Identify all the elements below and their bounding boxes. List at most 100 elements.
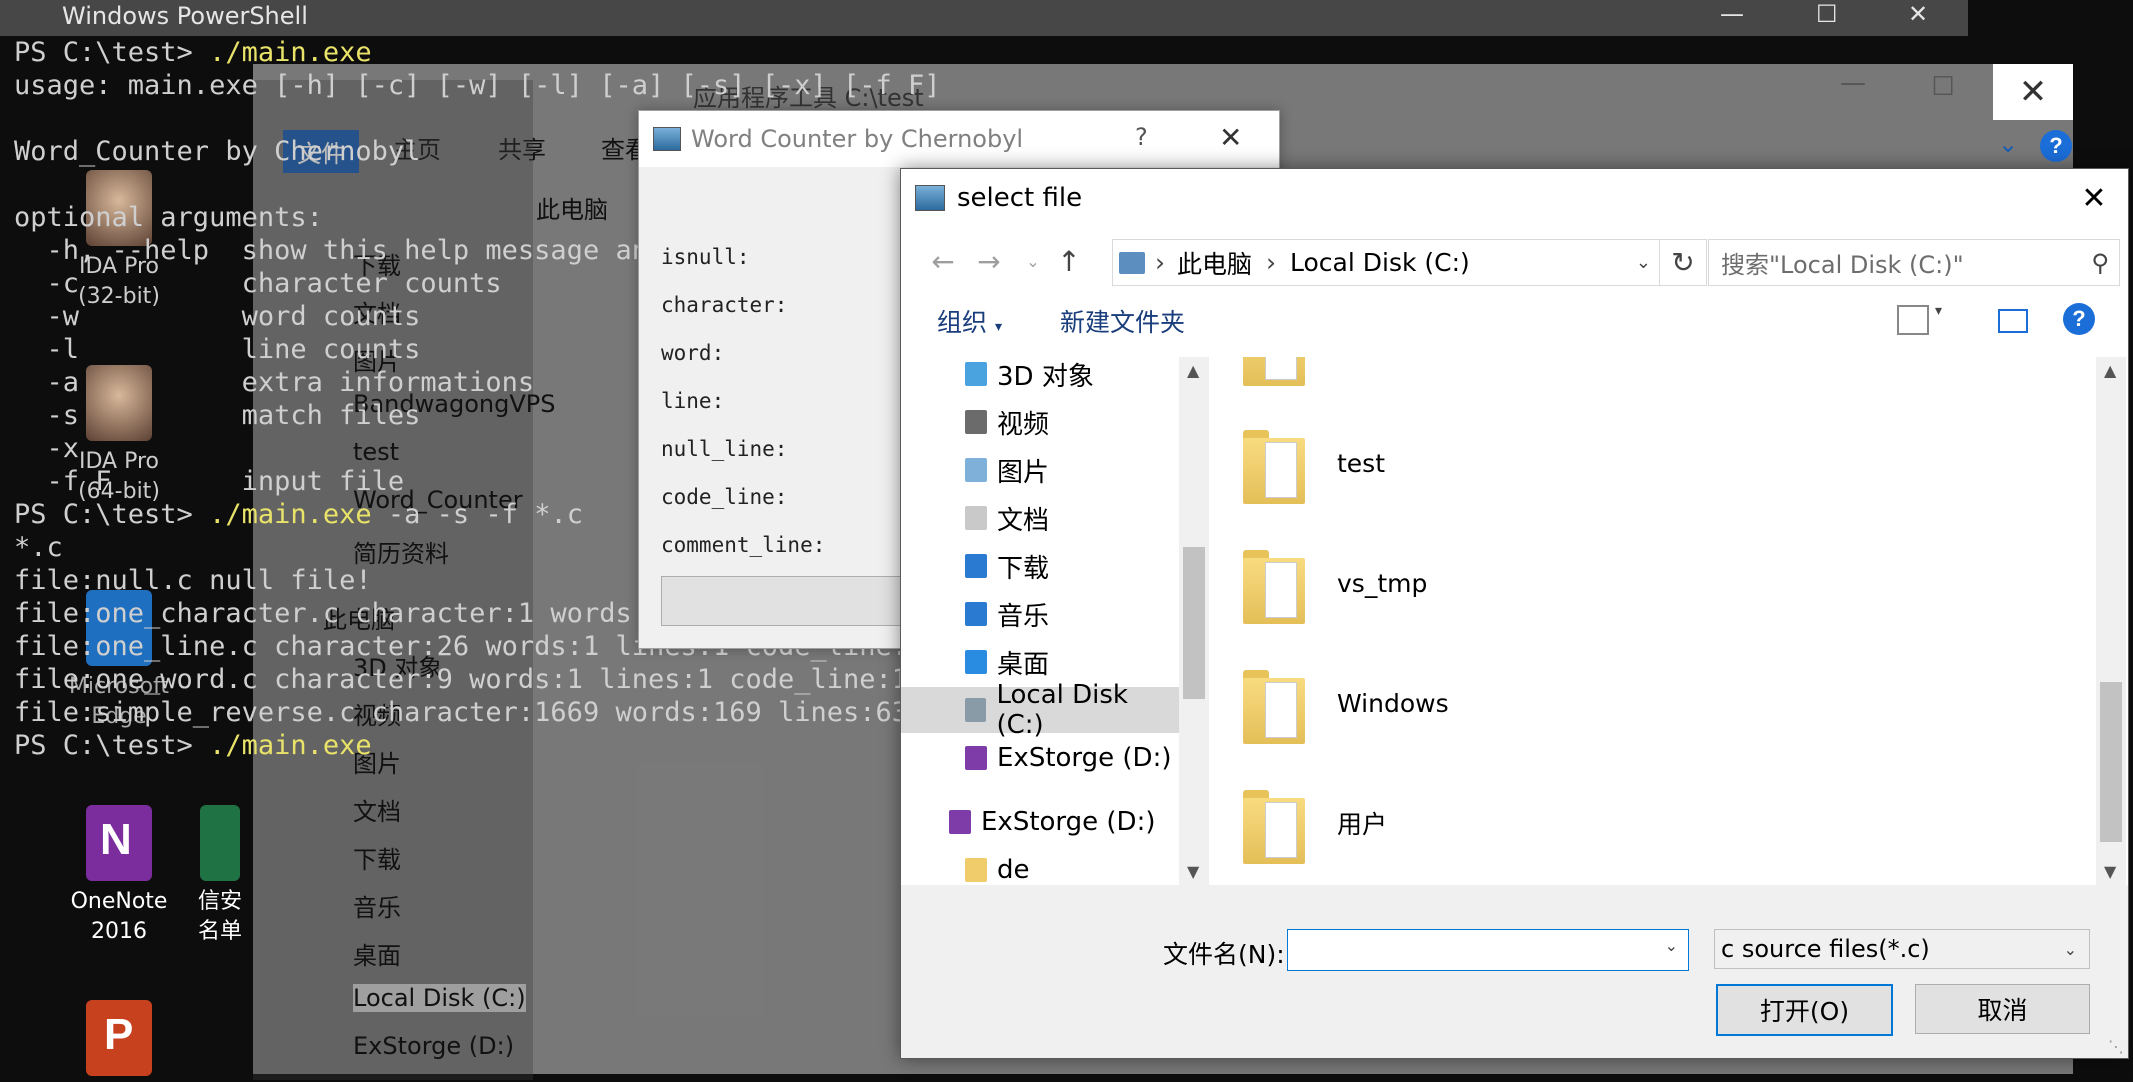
folder-name: 用户 [1337, 810, 1388, 839]
tree-item-3d-objects[interactable]: 3D 对象 [901, 357, 1179, 397]
folder-icon [1243, 357, 1305, 386]
tree-item-music[interactable]: 音乐 [901, 591, 1179, 637]
scroll-up-icon[interactable]: ▲ [2104, 361, 2116, 380]
console-line: file:one_character.c character:1 words: [14, 598, 648, 629]
address-bar[interactable]: › 此电脑 › Local Disk (C:) ⌄ [1112, 239, 1660, 286]
tree-item-exstorge-d-root[interactable]: ExStorge (D:) [901, 799, 1179, 845]
word-counter-title: Word Counter by Chernobyl [691, 125, 1024, 153]
tree-scrollbar[interactable]: ▲ ▼ [1179, 357, 1209, 885]
download-icon [965, 554, 987, 578]
desktop-folder-icon [965, 650, 987, 674]
console-line: -c character counts [14, 268, 502, 299]
close-icon[interactable]: ✕ [1219, 121, 1242, 154]
tree-item-desktop[interactable]: 桌面 [901, 639, 1179, 685]
label-null-line: null_line: [661, 437, 788, 461]
folder-icon [1243, 662, 1305, 744]
label-line: line: [661, 389, 725, 413]
scroll-thumb[interactable] [2100, 682, 2122, 842]
tree-item-documents[interactable]: 文档 [901, 495, 1179, 541]
folder-name: test [1337, 448, 1386, 478]
forward-icon[interactable]: → [967, 239, 1011, 284]
navigation-tree: 3D 对象 视频 图片 文档 下载 音乐 桌面 Local Disk (C:) … [901, 357, 1179, 885]
tree-item-downloads[interactable]: 下载 [901, 543, 1179, 589]
powershell-title: Windows PowerShell [62, 2, 308, 30]
label-isnull: isnull: [661, 245, 750, 269]
console-line: -h, --help show this help message and ex… [14, 235, 746, 266]
powershell-maximize-button[interactable]: ☐ [1816, 0, 1838, 28]
filename-input[interactable]: ⌄ [1287, 929, 1689, 971]
content-scrollbar[interactable]: ▲ ▼ [2096, 357, 2126, 885]
documents-icon [965, 506, 987, 530]
address-segment[interactable]: Local Disk (C:) [1290, 248, 1470, 277]
resize-grip-icon[interactable]: ⋱ [2108, 1037, 2124, 1056]
cancel-button[interactable]: 取消 [1915, 984, 2090, 1034]
dialog-help-icon[interactable]: ? [2063, 303, 2095, 335]
new-folder-button[interactable]: 新建文件夹 [1060, 303, 1185, 339]
file-list: test vs_tmp Windows 用户 [1217, 357, 2097, 885]
folder-item[interactable]: Windows [1217, 653, 1817, 753]
tree-item-de[interactable]: de [901, 847, 1179, 885]
organize-button[interactable]: 组织 ▾ [937, 303, 1002, 339]
console-line: PS C:\test> ./main.exe -a -s -f *.c [14, 499, 583, 530]
console-line: Word_Counter by Chernobyl [14, 136, 421, 167]
dialog-title: select file [957, 183, 1083, 213]
file-type-dropdown-icon: ⌄ [2063, 939, 2077, 959]
label-comment-line: comment_line: [661, 533, 826, 557]
preview-pane-icon[interactable] [1998, 309, 2028, 333]
tree-item-local-disk-c[interactable]: Local Disk (C:) [901, 680, 1179, 740]
tree-item-videos[interactable]: 视频 [901, 399, 1179, 445]
scroll-up-icon[interactable]: ▲ [1187, 361, 1199, 380]
back-icon[interactable]: ← [921, 239, 965, 284]
file-type-value: c source files(*.c) [1721, 935, 1930, 963]
address-dropdown-icon[interactable]: ⌄ [1636, 252, 1651, 273]
app-icon [653, 127, 681, 151]
dialog-close-button[interactable]: ✕ [2060, 169, 2128, 227]
folder-icon [1243, 782, 1305, 864]
folder-icon [1243, 542, 1305, 624]
console-line: -l line counts [14, 334, 421, 365]
console-line: file:null.c null file! [14, 565, 372, 596]
folder-item[interactable]: 用户 [1217, 773, 1817, 873]
music-icon [965, 602, 987, 626]
scroll-thumb[interactable] [1183, 547, 1205, 699]
explorer-ribbon-toggle-icon[interactable]: ⌄ [1998, 130, 2018, 158]
powershell-close-button[interactable]: ✕ [1908, 0, 1928, 28]
scroll-down-icon[interactable]: ▼ [1187, 862, 1199, 881]
folder-item[interactable]: vs_tmp [1217, 533, 1817, 633]
explorer-close-button[interactable]: ✕ [1993, 64, 2073, 120]
folder-name: vs_tmp [1337, 568, 1428, 598]
filename-dropdown-icon[interactable]: ⌄ [1665, 936, 1678, 955]
drive-icon [965, 698, 987, 722]
tree-item-exstorge-d[interactable]: ExStorge (D:) [901, 735, 1179, 781]
label-character: character: [661, 293, 788, 317]
search-placeholder: 搜索"Local Disk (C:)" [1721, 251, 1964, 279]
view-options-icon[interactable] [1897, 305, 1929, 335]
scroll-down-icon[interactable]: ▼ [2104, 862, 2116, 881]
tree-item-pictures[interactable]: 图片 [901, 447, 1179, 493]
console-line: usage: main.exe [-h] [-c] [-w] [-l] [-a]… [14, 70, 941, 101]
3d-objects-icon [965, 362, 987, 386]
powershell-titlebar: Windows PowerShell — ☐ ✕ [0, 0, 1968, 36]
up-icon[interactable]: ↑ [1047, 239, 1091, 284]
folder-item[interactable]: test [1217, 413, 1817, 513]
select-file-dialog: select file ✕ ← → ⌄ ↑ › 此电脑 › Local Disk… [900, 168, 2129, 1059]
filename-label: 文件名(N): [1163, 940, 1285, 969]
folder-item-partial[interactable] [1217, 357, 1817, 395]
search-input[interactable]: 搜索"Local Disk (C:)" ⚲ [1708, 239, 2120, 286]
console-line: PS C:\test> ./main.exe [14, 37, 372, 68]
powershell-minimize-button[interactable]: — [1720, 0, 1744, 28]
file-type-select[interactable]: c source files(*.c) ⌄ [1714, 929, 2090, 969]
open-button[interactable]: 打开(O) [1716, 984, 1893, 1036]
word-counter-titlebar: Word Counter by Chernobyl ? ✕ [639, 111, 1279, 167]
console-line: -w word counts [14, 301, 421, 332]
address-segment[interactable]: 此电脑 [1177, 245, 1252, 281]
nav-item[interactable]: ExStorge (D:) [353, 1032, 514, 1060]
explorer-help-icon[interactable]: ? [2040, 130, 2072, 162]
console-line: file:one_word.c character:9 words:1 line… [14, 664, 909, 695]
console-line: PS C:\test> ./main.exe [14, 730, 372, 761]
help-button[interactable]: ? [1135, 123, 1148, 151]
label-word: word: [661, 341, 725, 365]
refresh-icon[interactable]: ↻ [1659, 239, 1707, 286]
view-dropdown-icon[interactable]: ▾ [1935, 303, 1942, 319]
console-line: *.c [14, 532, 63, 563]
